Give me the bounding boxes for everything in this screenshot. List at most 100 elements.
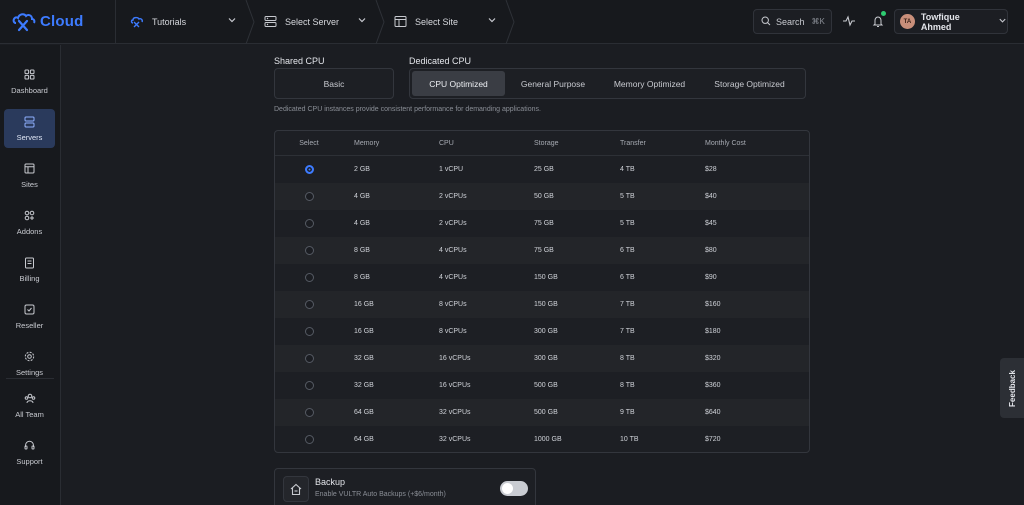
- sidebar-item-reseller[interactable]: Reseller: [4, 297, 55, 336]
- plan-radio[interactable]: [304, 408, 314, 417]
- support-icon: [24, 440, 36, 452]
- dedicated-cpu-description: Dedicated CPU instances provide consiste…: [274, 106, 541, 113]
- plan-monthly-cost: $160: [705, 301, 721, 308]
- plan-radio[interactable]: [304, 381, 314, 390]
- breadcrumb-tutorials[interactable]: Tutorials: [116, 0, 255, 44]
- table-row[interactable]: 2 GB 1 vCPU 25 GB 4 TB $28: [275, 156, 809, 183]
- tab-cpu-optimized[interactable]: CPU Optimized: [412, 71, 505, 96]
- chevron-down-icon: [487, 15, 497, 27]
- table-row[interactable]: 8 GB 4 vCPUs 150 GB 6 TB $90: [275, 264, 809, 291]
- plan-radio[interactable]: [304, 219, 314, 228]
- notification-bell-icon[interactable]: [870, 11, 886, 29]
- plan-radio[interactable]: [304, 300, 314, 309]
- plan-transfer: 4 TB: [620, 166, 635, 173]
- notification-dot: [881, 11, 886, 16]
- feedback-tab[interactable]: Feedback: [1000, 358, 1024, 418]
- sidebar-item-all-team[interactable]: All Team: [4, 386, 55, 425]
- search-button[interactable]: Search ⌘K: [753, 9, 832, 34]
- plan-radio[interactable]: [304, 354, 314, 363]
- tab-storage-optimized[interactable]: Storage Optimized: [698, 71, 801, 96]
- team-icon: [24, 393, 36, 405]
- plans-table-body: 2 GB 1 vCPU 25 GB 4 TB $28 4 GB 2 vCPUs 50 GB 5 …: [275, 156, 809, 452]
- chevron-down-icon: [227, 15, 237, 27]
- plan-cpu: 4 vCPUs: [439, 247, 467, 254]
- table-row[interactable]: 64 GB 32 vCPUs 500 GB 9 TB $640: [275, 399, 809, 426]
- column-header-cpu: CPU: [439, 139, 454, 147]
- column-header-transfer: Transfer: [620, 139, 646, 147]
- plan-select-cell: [275, 435, 343, 444]
- plan-select-cell: [275, 381, 343, 390]
- plan-transfer: 6 TB: [620, 274, 635, 281]
- sidebar-item-label: All Team: [15, 409, 44, 419]
- plan-radio[interactable]: [304, 192, 314, 201]
- plans-table: Select Memory CPU Storage Transfer Month…: [274, 130, 810, 453]
- activity-icon[interactable]: [841, 13, 857, 29]
- table-row[interactable]: 32 GB 16 vCPUs 300 GB 8 TB $320: [275, 345, 809, 372]
- plan-radio[interactable]: [304, 165, 314, 174]
- table-row[interactable]: 4 GB 2 vCPUs 50 GB 5 TB $40: [275, 183, 809, 210]
- plan-cpu: 8 vCPUs: [439, 328, 467, 335]
- table-row[interactable]: 16 GB 8 vCPUs 300 GB 7 TB $180: [275, 318, 809, 345]
- plan-transfer: 9 TB: [620, 409, 635, 416]
- backup-toggle[interactable]: [500, 481, 528, 496]
- plan-radio[interactable]: [304, 435, 314, 444]
- user-menu[interactable]: TA Towfique Ahmed: [894, 9, 1008, 34]
- backup-house-icon: [283, 476, 309, 502]
- plan-radio[interactable]: [304, 246, 314, 255]
- plan-select-cell: [275, 165, 343, 174]
- plan-transfer: 5 TB: [620, 193, 635, 200]
- sidebar-item-addons[interactable]: Addons: [4, 203, 55, 242]
- plan-radio[interactable]: [304, 273, 314, 282]
- table-row[interactable]: 16 GB 8 vCPUs 150 GB 7 TB $160: [275, 291, 809, 318]
- plan-memory: 8 GB: [354, 247, 370, 254]
- plan-transfer: 7 TB: [620, 328, 635, 335]
- plan-monthly-cost: $180: [705, 328, 721, 335]
- plan-cpu: 2 vCPUs: [439, 193, 467, 200]
- plan-select-cell: [275, 246, 343, 255]
- plan-cpu: 1 vCPU: [439, 166, 464, 173]
- plan-select-cell: [275, 327, 343, 336]
- tab-memory-optimized[interactable]: Memory Optimized: [601, 71, 698, 96]
- plan-select-cell: [275, 273, 343, 282]
- breadcrumb-select-server[interactable]: Select Server: [249, 0, 385, 44]
- plan-storage: 50 GB: [534, 193, 554, 200]
- plan-memory: 64 GB: [354, 409, 374, 416]
- table-row[interactable]: 8 GB 4 vCPUs 75 GB 6 TB $80: [275, 237, 809, 264]
- plan-cpu: 16 vCPUs: [439, 355, 471, 362]
- sidebar-item-sites[interactable]: Sites: [4, 156, 55, 195]
- dashboard-icon: [24, 69, 36, 81]
- billing-icon: [24, 257, 36, 269]
- sidebar-item-support[interactable]: Support: [4, 433, 55, 472]
- backup-title: Backup: [315, 477, 346, 487]
- plan-monthly-cost: $28: [705, 166, 717, 173]
- plan-memory: 4 GB: [354, 193, 370, 200]
- table-row[interactable]: 32 GB 16 vCPUs 500 GB 8 TB $360: [275, 372, 809, 399]
- plan-memory: 8 GB: [354, 274, 370, 281]
- table-row[interactable]: 4 GB 2 vCPUs 75 GB 5 TB $45: [275, 210, 809, 237]
- shared-cpu-basic-option[interactable]: Basic: [274, 68, 394, 99]
- plan-cpu: 32 vCPUs: [439, 436, 471, 443]
- tab-general-purpose[interactable]: General Purpose: [505, 71, 601, 96]
- plan-memory: 32 GB: [354, 382, 374, 389]
- sites-icon: [24, 163, 36, 175]
- sidebar-item-dashboard[interactable]: Dashboard: [4, 62, 55, 101]
- breadcrumb-tutorials-label: Tutorials: [152, 16, 187, 27]
- addons-icon: [24, 210, 36, 222]
- dedicated-cpu-label: Dedicated CPU: [409, 56, 472, 66]
- sidebar-item-billing[interactable]: Billing: [4, 250, 55, 289]
- plan-memory: 2 GB: [354, 166, 370, 173]
- sidebar-item-servers[interactable]: Servers: [4, 109, 55, 148]
- plan-memory: 4 GB: [354, 220, 370, 227]
- plan-radio[interactable]: [304, 327, 314, 336]
- sidebar-item-label: Reseller: [15, 320, 44, 330]
- table-row[interactable]: 64 GB 32 vCPUs 1000 GB 10 TB $720: [275, 426, 809, 452]
- plan-select-cell: [275, 219, 343, 228]
- sidebar-item-label: Support: [16, 456, 43, 466]
- breadcrumb-select-site[interactable]: Select Site: [379, 0, 515, 44]
- servers-icon: [24, 116, 36, 128]
- brand-logo[interactable]: Cloud: [0, 0, 116, 44]
- plan-monthly-cost: $640: [705, 409, 721, 416]
- shared-cpu-basic-label: Basic: [323, 78, 345, 89]
- top-bar: Cloud Tutorials Select Server Select Sit…: [0, 0, 1024, 44]
- search-icon: [761, 15, 771, 28]
